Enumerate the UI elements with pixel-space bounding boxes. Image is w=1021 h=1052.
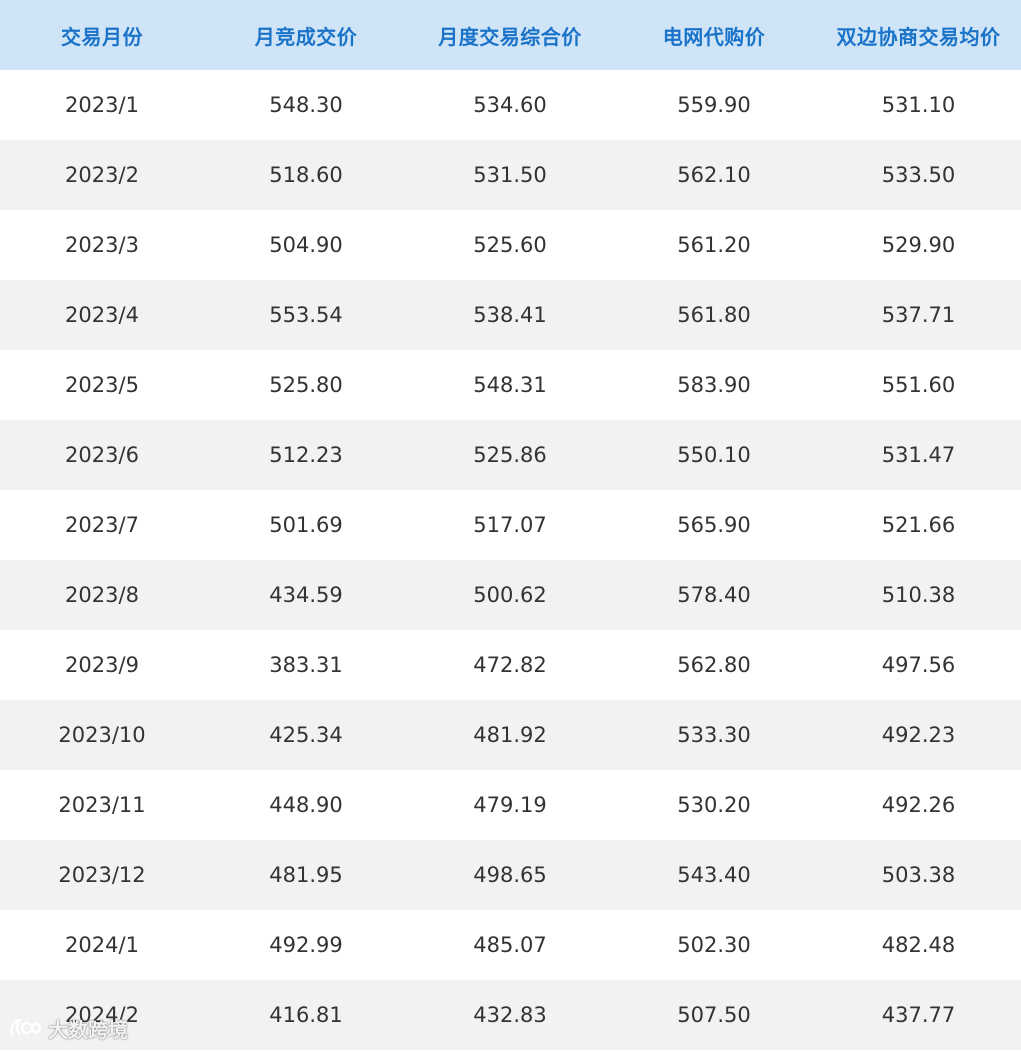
cell-bilateral-avg-price: 531.47 [816,420,1021,490]
header-grid-agency-price: 电网代购价 [612,0,816,70]
cell-month: 2023/10 [0,700,204,770]
table-row: 2023/2 518.60 531.50 562.10 533.50 [0,140,1021,210]
table-row: 2024/2 416.81 432.83 507.50 437.77 [0,980,1021,1050]
price-table: 交易月份 月竞成交价 月度交易综合价 电网代购价 双边协商交易均价 2023/1… [0,0,1021,1050]
cell-bilateral-avg-price: 492.23 [816,700,1021,770]
cell-bilateral-avg-price: 492.26 [816,770,1021,840]
cell-grid-agency-price: 561.80 [612,280,816,350]
cell-monthly-composite-price: 525.86 [408,420,612,490]
cell-monthly-composite-price: 485.07 [408,910,612,980]
cell-monthly-bid-price: 504.90 [204,210,408,280]
header-monthly-composite-price: 月度交易综合价 [408,0,612,70]
table-row: 2023/12 481.95 498.65 543.40 503.38 [0,840,1021,910]
cell-month: 2023/6 [0,420,204,490]
table-row: 2023/11 448.90 479.19 530.20 492.26 [0,770,1021,840]
cell-monthly-composite-price: 481.92 [408,700,612,770]
cell-monthly-bid-price: 425.34 [204,700,408,770]
cell-monthly-composite-price: 472.82 [408,630,612,700]
cell-bilateral-avg-price: 497.56 [816,630,1021,700]
header-monthly-bid-price: 月竞成交价 [204,0,408,70]
cell-grid-agency-price: 559.90 [612,70,816,140]
cell-monthly-bid-price: 501.69 [204,490,408,560]
cell-grid-agency-price: 543.40 [612,840,816,910]
cell-monthly-composite-price: 525.60 [408,210,612,280]
cell-monthly-composite-price: 517.07 [408,490,612,560]
cell-month: 2024/2 [0,980,204,1050]
table-row: 2023/4 553.54 538.41 561.80 537.71 [0,280,1021,350]
cell-monthly-bid-price: 448.90 [204,770,408,840]
cell-month: 2023/8 [0,560,204,630]
cell-grid-agency-price: 507.50 [612,980,816,1050]
cell-monthly-composite-price: 500.62 [408,560,612,630]
cell-grid-agency-price: 578.40 [612,560,816,630]
cell-monthly-composite-price: 534.60 [408,70,612,140]
header-row: 交易月份 月竞成交价 月度交易综合价 电网代购价 双边协商交易均价 [0,0,1021,70]
cell-monthly-bid-price: 512.23 [204,420,408,490]
header-bilateral-avg-price: 双边协商交易均价 [816,0,1021,70]
cell-grid-agency-price: 562.80 [612,630,816,700]
cell-grid-agency-price: 565.90 [612,490,816,560]
cell-monthly-composite-price: 498.65 [408,840,612,910]
cell-month: 2023/1 [0,70,204,140]
cell-monthly-bid-price: 548.30 [204,70,408,140]
cell-bilateral-avg-price: 521.66 [816,490,1021,560]
table-row: 2023/3 504.90 525.60 561.20 529.90 [0,210,1021,280]
table-header: 交易月份 月竞成交价 月度交易综合价 电网代购价 双边协商交易均价 [0,0,1021,70]
cell-monthly-composite-price: 548.31 [408,350,612,420]
cell-monthly-bid-price: 383.31 [204,630,408,700]
cell-month: 2023/12 [0,840,204,910]
cell-monthly-bid-price: 492.99 [204,910,408,980]
cell-month: 2023/3 [0,210,204,280]
table-body: 2023/1 548.30 534.60 559.90 531.10 2023/2 518.… [0,70,1021,1050]
header-month: 交易月份 [0,0,204,70]
cell-month: 2023/2 [0,140,204,210]
cell-grid-agency-price: 583.90 [612,350,816,420]
cell-monthly-bid-price: 416.81 [204,980,408,1050]
cell-grid-agency-price: 530.20 [612,770,816,840]
table-row: 2023/1 548.30 534.60 559.90 531.10 [0,70,1021,140]
cell-grid-agency-price: 562.10 [612,140,816,210]
cell-month: 2023/11 [0,770,204,840]
cell-monthly-composite-price: 531.50 [408,140,612,210]
cell-monthly-bid-price: 518.60 [204,140,408,210]
cell-bilateral-avg-price: 537.71 [816,280,1021,350]
cell-bilateral-avg-price: 482.48 [816,910,1021,980]
cell-monthly-composite-price: 538.41 [408,280,612,350]
cell-monthly-composite-price: 432.83 [408,980,612,1050]
cell-month: 2023/9 [0,630,204,700]
table-row: 2024/1 492.99 485.07 502.30 482.48 [0,910,1021,980]
cell-bilateral-avg-price: 533.50 [816,140,1021,210]
cell-grid-agency-price: 550.10 [612,420,816,490]
table-row: 2023/8 434.59 500.62 578.40 510.38 [0,560,1021,630]
cell-grid-agency-price: 533.30 [612,700,816,770]
cell-month: 2024/1 [0,910,204,980]
cell-monthly-bid-price: 553.54 [204,280,408,350]
table-row: 2023/7 501.69 517.07 565.90 521.66 [0,490,1021,560]
cell-bilateral-avg-price: 510.38 [816,560,1021,630]
table-row: 2023/6 512.23 525.86 550.10 531.47 [0,420,1021,490]
cell-bilateral-avg-price: 551.60 [816,350,1021,420]
cell-grid-agency-price: 502.30 [612,910,816,980]
cell-month: 2023/7 [0,490,204,560]
table-row: 2023/10 425.34 481.92 533.30 492.23 [0,700,1021,770]
cell-monthly-bid-price: 525.80 [204,350,408,420]
cell-bilateral-avg-price: 437.77 [816,980,1021,1050]
cell-monthly-bid-price: 434.59 [204,560,408,630]
cell-bilateral-avg-price: 531.10 [816,70,1021,140]
cell-month: 2023/4 [0,280,204,350]
cell-bilateral-avg-price: 503.38 [816,840,1021,910]
cell-bilateral-avg-price: 529.90 [816,210,1021,280]
cell-month: 2023/5 [0,350,204,420]
cell-grid-agency-price: 561.20 [612,210,816,280]
table-row: 2023/9 383.31 472.82 562.80 497.56 [0,630,1021,700]
table-row: 2023/5 525.80 548.31 583.90 551.60 [0,350,1021,420]
cell-monthly-bid-price: 481.95 [204,840,408,910]
cell-monthly-composite-price: 479.19 [408,770,612,840]
